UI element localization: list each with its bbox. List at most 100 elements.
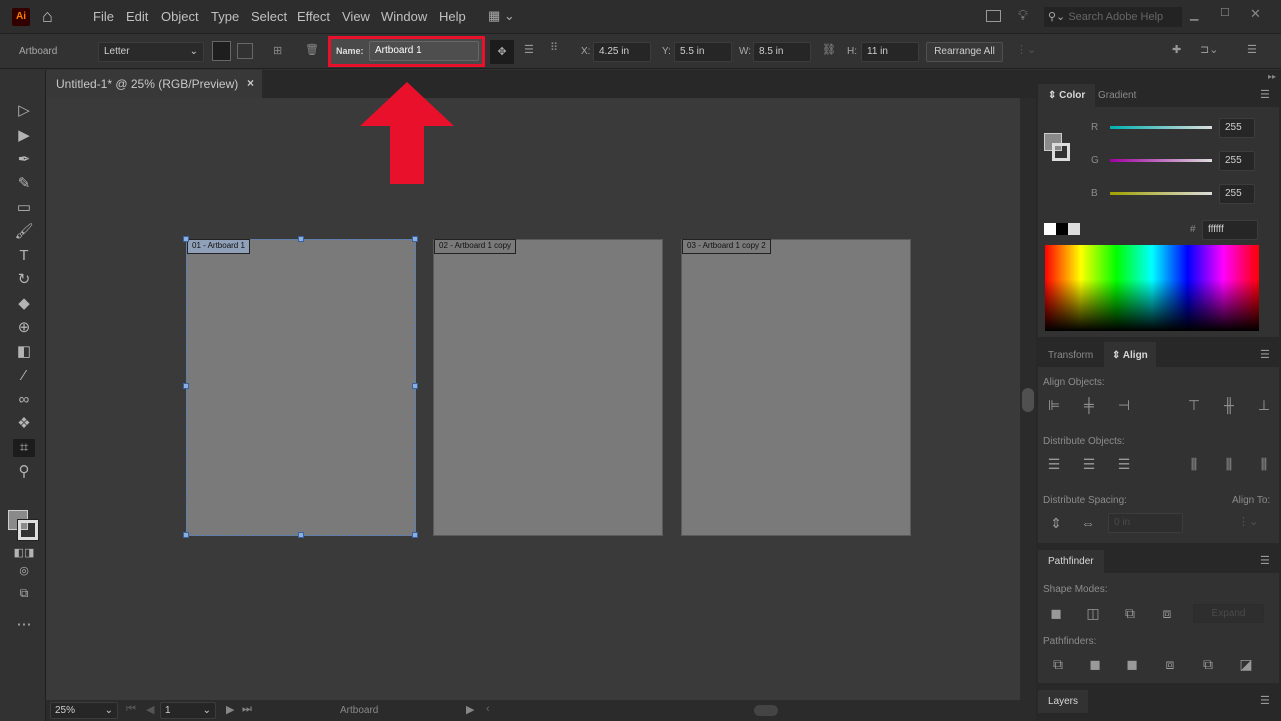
more-tools-icon[interactable]: ⋯ (13, 616, 35, 634)
rearrange-all-button[interactable]: Rearrange All (926, 42, 1003, 62)
gradient-tool-icon[interactable]: ◧ (13, 343, 35, 361)
lightbulb-icon[interactable]: 💡︎ (1018, 7, 1028, 24)
menu-help[interactable]: Help (439, 9, 466, 24)
artboard-1[interactable] (186, 239, 416, 536)
trim-icon[interactable]: ◼ (1085, 656, 1105, 673)
menu-view[interactable]: View (342, 9, 370, 24)
menu-effect[interactable]: Effect (297, 9, 330, 24)
stroke-swatch[interactable] (17, 519, 39, 541)
h-input[interactable]: 11 in (861, 42, 919, 62)
align-to-select[interactable]: ⋮⌄ (1238, 515, 1258, 528)
g-input[interactable]: 255 (1219, 151, 1255, 171)
tab-align[interactable]: ⇕ Align (1104, 342, 1156, 369)
type-tool-icon[interactable]: T (13, 247, 35, 265)
g-slider[interactable] (1110, 159, 1212, 162)
pathfinder-tab[interactable]: Pathfinder (1038, 550, 1104, 573)
b-slider[interactable] (1110, 192, 1212, 195)
paintbrush-tool-icon[interactable]: 🖌︎ (13, 223, 35, 241)
distribute-bottom-icon[interactable]: ☰ (1114, 456, 1134, 473)
eyedropper-tool-icon[interactable]: ⁄ (13, 367, 35, 385)
menu-list-icon[interactable]: ☰ (1247, 43, 1257, 56)
menu-file[interactable]: File (93, 9, 114, 24)
none-white-black-swatches[interactable] (1044, 223, 1080, 235)
align-hcenter-icon[interactable]: ╪ (1079, 397, 1099, 414)
panel-menu-icon[interactable]: ☰ (1260, 348, 1270, 361)
preset-select[interactable]: Letter ⌄ (98, 42, 204, 62)
hex-input[interactable]: ffffff (1202, 220, 1258, 240)
blend-tool-icon[interactable]: ∞ (13, 391, 35, 409)
shape-builder-tool-icon[interactable]: ⊕ (13, 319, 35, 337)
first-artboard-button[interactable]: ⏮ (126, 703, 136, 716)
close-tab-button[interactable]: × (247, 76, 254, 90)
resize-handle[interactable] (298, 532, 304, 538)
align-icon[interactable]: ✚ (1172, 43, 1181, 56)
resize-handle[interactable] (183, 236, 189, 242)
spacing-input[interactable]: 0 in (1108, 513, 1183, 533)
status-menu-button[interactable]: ▶ (466, 703, 474, 716)
vertical-spacing-icon[interactable]: ⇕ (1046, 515, 1066, 532)
minus-front-icon[interactable]: ◫ (1083, 605, 1103, 622)
color-mode-icon[interactable]: ◧◨ (13, 544, 35, 562)
resize-handle[interactable] (183, 383, 189, 389)
collapse-panels-icon[interactable]: ▸▸ (1268, 72, 1276, 81)
eraser-tool-icon[interactable]: ◆ (13, 295, 35, 313)
rotate-tool-icon[interactable]: ↻ (13, 271, 35, 289)
symbol-sprayer-tool-icon[interactable]: ❖ (13, 415, 35, 433)
home-icon[interactable]: ⌂ (42, 6, 53, 27)
menu-select[interactable]: Select (251, 9, 287, 24)
resize-handle[interactable] (183, 532, 189, 538)
tab-transform[interactable]: Transform (1038, 344, 1103, 367)
resize-handle[interactable] (298, 236, 304, 242)
w-input[interactable]: 8.5 in (753, 42, 811, 62)
artboard-number-select[interactable]: 1 ⌄ (160, 702, 216, 719)
move-artwork-icon[interactable]: ✥ (490, 40, 514, 64)
resize-handle[interactable] (412, 383, 418, 389)
horizontal-spacing-icon[interactable]: ⇔ (1078, 515, 1098, 531)
pen-tool-icon[interactable]: ✒ (13, 151, 35, 169)
document-tab[interactable]: Untitled-1* @ 25% (RGB/Preview) × (46, 70, 262, 98)
curvature-tool-icon[interactable]: ✎ (13, 175, 35, 193)
panel-toggle-icon[interactable] (986, 10, 1001, 22)
reference-point-icon[interactable]: ⠿ (550, 41, 558, 54)
align-bottom-icon[interactable]: ⊥ (1254, 397, 1274, 414)
constrain-link-icon[interactable]: ⛓︎ (822, 43, 836, 56)
align-vcenter-icon[interactable]: ╫ (1219, 397, 1239, 414)
r-input[interactable]: 255 (1219, 118, 1255, 138)
artboard-1-label[interactable]: 01 - Artboard 1 (187, 239, 250, 254)
b-input[interactable]: 255 (1219, 184, 1255, 204)
menu-edit[interactable]: Edit (126, 9, 148, 24)
intersect-icon[interactable]: ⧉ (1120, 605, 1140, 622)
transform-icon[interactable]: ⊐⌄ (1200, 43, 1218, 56)
align-right-icon[interactable]: ⊣ (1114, 397, 1134, 414)
delete-artboard-icon[interactable]: 🗑︎ (305, 43, 319, 56)
tab-color[interactable]: ⇕ Color (1038, 84, 1096, 107)
artboard-options-icon[interactable]: ☰ (524, 43, 534, 56)
unite-icon[interactable]: ◼ (1046, 605, 1066, 622)
vertical-scrollbar[interactable] (1020, 98, 1036, 700)
landscape-button[interactable] (237, 43, 253, 59)
screen-mode-icon[interactable]: ⧉ (13, 584, 35, 602)
expand-button[interactable]: Expand (1193, 604, 1264, 623)
distribute-hcenter-icon[interactable]: ⫼ (1219, 456, 1239, 473)
artboard-name-input[interactable]: Artboard 1 (369, 41, 479, 61)
align-top-icon[interactable]: ⊤ (1184, 397, 1204, 414)
minimize-button[interactable]: ▁ (1190, 8, 1198, 21)
scroll-thumb[interactable] (1022, 388, 1034, 412)
artboard-3-label[interactable]: 03 - Artboard 1 copy 2 (682, 239, 771, 254)
artboard-2-label[interactable]: 02 - Artboard 1 copy (434, 239, 517, 254)
resize-handle[interactable] (412, 236, 418, 242)
tab-gradient[interactable]: Gradient (1088, 84, 1146, 107)
new-artboard-icon[interactable]: ⊞ (273, 44, 282, 57)
layers-tab[interactable]: Layers (1038, 690, 1089, 713)
exclude-icon[interactable]: ⧈ (1157, 605, 1177, 622)
stroke-swatch[interactable] (1052, 143, 1070, 161)
rectangle-tool-icon[interactable]: ▭ (13, 199, 35, 217)
previous-artboard-button[interactable]: ◀ (146, 703, 154, 716)
draw-mode-icon[interactable]: ◎ (13, 562, 35, 580)
distribute-left-icon[interactable]: ⫼ (1184, 456, 1204, 473)
minus-back-icon[interactable]: ◪ (1236, 656, 1256, 673)
search-field[interactable]: ⚲⌄ Search Adobe Help (1044, 7, 1182, 27)
distribute-top-icon[interactable]: ☰ (1044, 456, 1064, 473)
workspace-switcher-icon[interactable]: ▦ ⌄ (488, 8, 515, 24)
artboard-tool-icon[interactable]: ⌗ (13, 439, 35, 457)
